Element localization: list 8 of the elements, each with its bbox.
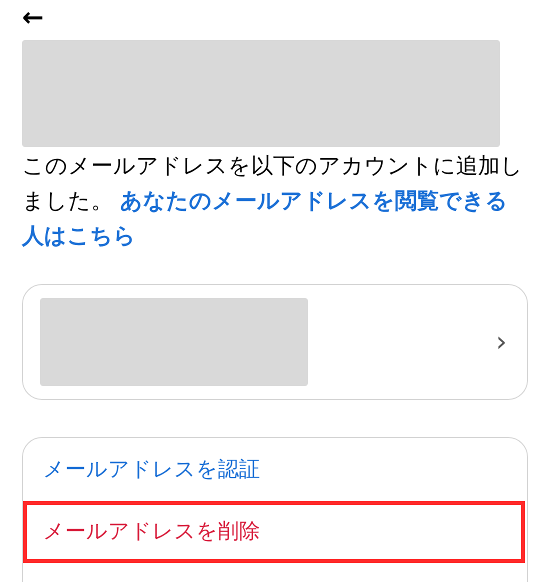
back-button[interactable]: ← [22,5,44,31]
action-item[interactable]: メールアドレスを認証 [23,439,525,501]
link[interactable]: あなたのメールアドレスを閲覧できる [120,189,508,214]
account-card[interactable]: › [22,284,528,400]
action-item[interactable]: メールアドレスを削除 [23,501,525,563]
description-text: このメールアドレスを以下のアカウントに追加しました。 あなたのメールアドレスを閲覧できる 人はこちら [22,153,524,251]
link[interactable]: 人はこちら [22,224,136,249]
chevron-icon: › [496,328,507,356]
